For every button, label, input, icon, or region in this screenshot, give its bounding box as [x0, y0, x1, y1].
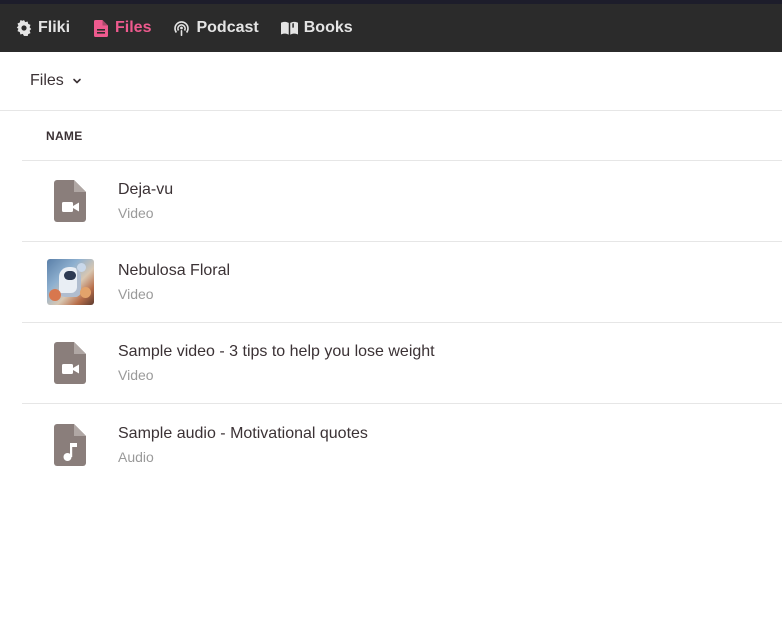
- chevron-down-icon: [72, 76, 82, 86]
- nav-item-fliki[interactable]: Fliki: [15, 4, 70, 52]
- file-type: Video: [118, 205, 154, 221]
- nav-item-files[interactable]: Files: [92, 4, 151, 52]
- nav-item-books[interactable]: Books: [280, 4, 353, 52]
- file-name: Sample video - 3 tips to help you lose w…: [118, 343, 435, 360]
- table-row[interactable]: Sample video - 3 tips to help you lose w…: [22, 323, 782, 404]
- file-type: Video: [118, 286, 154, 302]
- video-file-icon: [46, 177, 94, 225]
- files-dropdown-label: Files: [30, 72, 64, 89]
- podcast-icon: [173, 20, 190, 37]
- column-header-name: NAME: [46, 129, 83, 143]
- files-table: NAME Deja-vu Video Nebulosa Floral Video: [22, 112, 782, 485]
- top-navigation-bar: Fliki Files Podcast Books: [0, 4, 782, 52]
- file-type: Video: [118, 367, 154, 383]
- table-row[interactable]: Deja-vu Video: [22, 161, 782, 242]
- gear-icon: [15, 20, 32, 37]
- nav-item-label: Podcast: [196, 19, 259, 36]
- file-icon: [92, 19, 109, 37]
- file-name: Sample audio - Motivational quotes: [118, 424, 368, 442]
- table-header: NAME: [22, 112, 782, 161]
- video-file-icon: [46, 339, 94, 387]
- nav-item-podcast[interactable]: Podcast: [173, 4, 259, 52]
- book-icon: [280, 20, 298, 37]
- astronaut-thumbnail: [46, 258, 94, 306]
- nav-item-label: Books: [303, 19, 353, 36]
- files-dropdown[interactable]: Files: [30, 72, 82, 90]
- files-subheader: Files: [0, 52, 782, 111]
- nav-item-label: Files: [115, 19, 152, 36]
- file-type: Audio: [118, 448, 154, 465]
- audio-file-icon: [46, 421, 94, 469]
- file-name: Nebulosa Floral: [118, 262, 231, 279]
- table-row[interactable]: Sample audio - Motivational quotes Audio: [22, 404, 782, 485]
- table-row[interactable]: Nebulosa Floral Video: [22, 242, 782, 323]
- file-name: Deja-vu: [118, 181, 174, 198]
- nav-item-label: Fliki: [38, 19, 71, 36]
